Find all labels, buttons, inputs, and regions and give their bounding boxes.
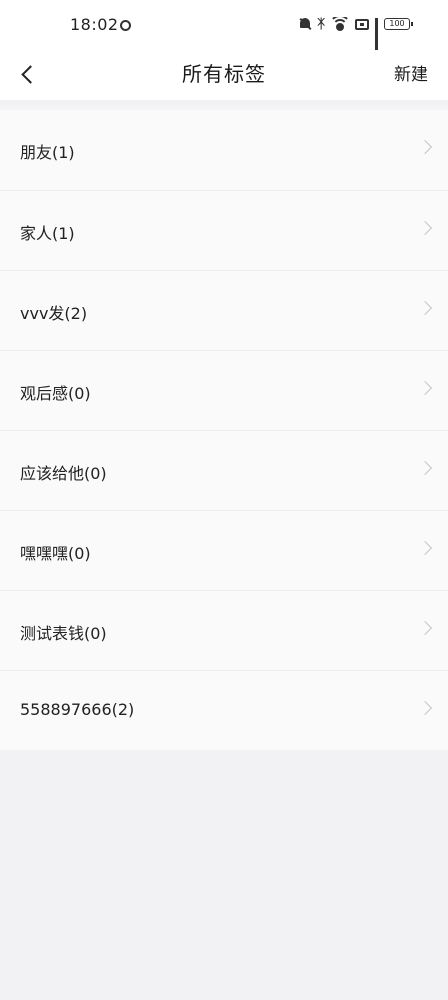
page-title: 所有标签 xyxy=(182,62,266,86)
tag-label: 家人(1) xyxy=(20,224,75,243)
tag-label: 观后感(0) xyxy=(20,384,91,403)
tag-item[interactable]: vvv发(2) xyxy=(0,270,448,350)
chevron-right-icon xyxy=(417,540,433,556)
status-bar: 18:02 ᛡ 100 xyxy=(0,0,448,52)
status-icons: ᛡ 100 xyxy=(299,13,413,52)
tag-label: 应该给他(0) xyxy=(20,464,107,483)
tag-label: 朋友(1) xyxy=(20,143,75,162)
new-tag-button[interactable]: 新建 xyxy=(394,60,428,85)
tag-item[interactable]: 应该给他(0) xyxy=(0,430,448,510)
tag-label: vvv发(2) xyxy=(20,304,88,323)
tag-label: 嘿嘿嘿(0) xyxy=(20,544,91,563)
chevron-right-icon xyxy=(417,300,433,316)
status-time: 18:02 xyxy=(70,15,119,34)
sim-icon xyxy=(355,18,369,30)
tag-label: 558897666(2) xyxy=(20,700,135,719)
notification-dot-icon xyxy=(120,20,131,31)
tag-label: 测试表钱(0) xyxy=(20,624,107,643)
tag-item[interactable]: 测试表钱(0) xyxy=(0,590,448,670)
chevron-right-icon xyxy=(417,220,433,236)
chevron-right-icon xyxy=(417,380,433,396)
tag-item[interactable]: 嘿嘿嘿(0) xyxy=(0,510,448,590)
mute-bell-icon xyxy=(299,17,311,31)
tag-list: 朋友(1) 家人(1) vvv发(2) 观后感(0) 应该给他(0) 嘿嘿嘿(0… xyxy=(0,110,448,750)
wifi-icon xyxy=(331,17,349,31)
chevron-right-icon xyxy=(417,620,433,636)
chevron-right-icon xyxy=(417,139,433,155)
chevron-right-icon xyxy=(417,460,433,476)
nav-bar: 所有标签 新建 xyxy=(0,50,448,100)
tag-item[interactable]: 家人(1) xyxy=(0,190,448,270)
chevron-right-icon xyxy=(417,700,433,716)
bluetooth-icon: ᛡ xyxy=(317,16,325,32)
tag-item[interactable]: 558897666(2) xyxy=(0,670,448,750)
battery-icon: 100 xyxy=(384,18,413,30)
signal-icon xyxy=(375,17,378,52)
tag-item[interactable]: 朋友(1) xyxy=(0,110,448,190)
tag-item[interactable]: 观后感(0) xyxy=(0,350,448,430)
